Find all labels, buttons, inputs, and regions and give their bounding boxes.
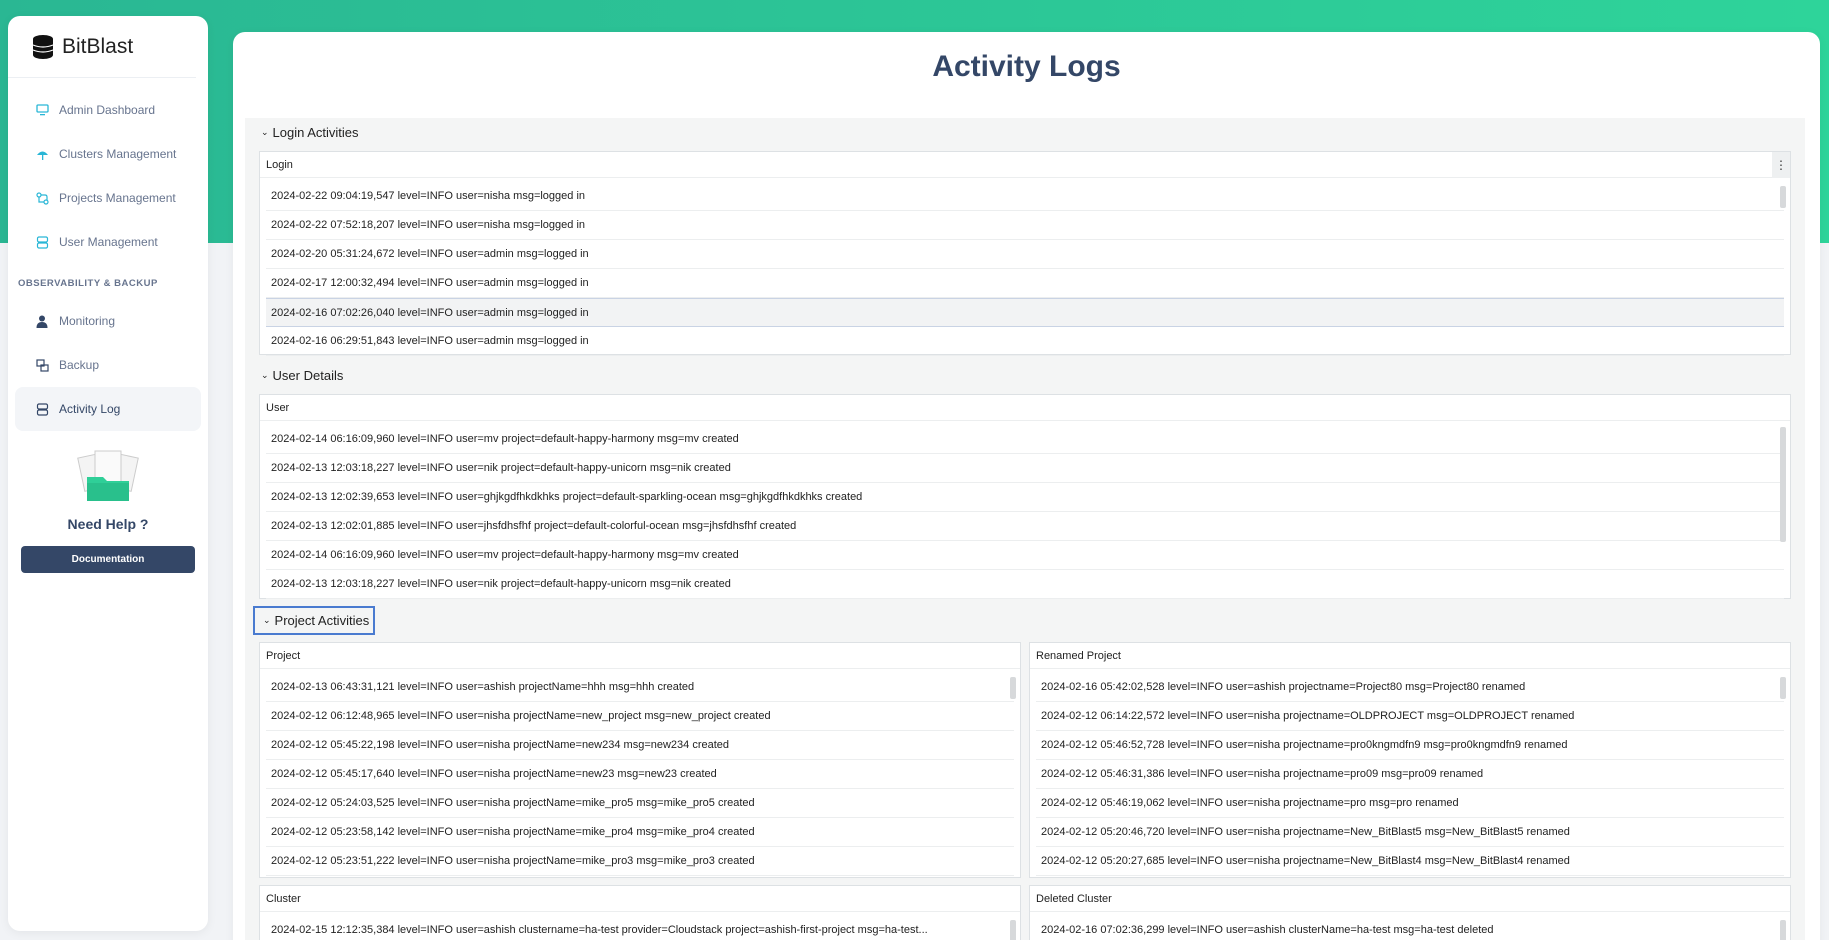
help-title: Need Help ?	[67, 516, 149, 532]
log-list[interactable]: 2024-02-16 05:42:02,528 level=INFO user=…	[1030, 669, 1790, 876]
log-list[interactable]: 2024-02-22 09:04:19,547 level=INFO user=…	[260, 178, 1790, 356]
monitor-icon	[35, 103, 49, 117]
chevron-down-icon: ⌄	[261, 369, 269, 380]
log-row: 2024-02-12 05:23:58,142 level=INFO user=…	[266, 818, 1014, 847]
accordion-header-label: User Details	[272, 367, 344, 383]
sidebar-item-admin-dashboard[interactable]: Admin Dashboard	[15, 88, 201, 132]
log-row: 2024-02-22 07:52:18,207 level=INFO user=…	[266, 211, 1784, 240]
sidebar-item-clusters-management[interactable]: Clusters Management	[15, 132, 201, 176]
renamed-project-panel: Renamed Project 2024-02-16 05:42:02,528 …	[1029, 642, 1791, 878]
panel-title: Deleted Cluster	[1030, 886, 1790, 912]
sidebar-nav-observability: Monitoring Backup Activity Log	[8, 299, 208, 431]
log-row: 2024-02-12 05:46:19,062 level=INFO user=…	[1036, 789, 1784, 818]
log-row: 2024-02-12 05:24:03,525 level=INFO user=…	[266, 789, 1014, 818]
sidebar-item-backup[interactable]: Backup	[15, 343, 201, 387]
log-row: 2024-02-22 09:04:19,547 level=INFO user=…	[266, 182, 1784, 211]
sidebar-item-label: Backup	[59, 358, 100, 372]
backup-icon	[35, 358, 49, 372]
log-row: 2024-02-13 06:43:31,121 level=INFO user=…	[266, 673, 1014, 702]
sidebar-item-label: Activity Log	[59, 402, 121, 416]
page-title: Activity Logs	[932, 50, 1121, 83]
scrollbar[interactable]	[1010, 920, 1016, 940]
accordion: ⌄ Login Activities Login ⋮ 2024-02-22 09…	[245, 118, 1805, 940]
database-icon	[35, 235, 49, 249]
app-name: BitBlast	[62, 34, 134, 58]
log-row: 2024-02-17 12:00:32,494 level=INFO user=…	[266, 269, 1784, 298]
panel-title: Project	[260, 643, 1020, 669]
log-row: 2024-02-14 06:16:09,960 level=INFO user=…	[266, 425, 1784, 454]
deleted-cluster-panel: Deleted Cluster 2024-02-16 07:02:36,299 …	[1029, 885, 1791, 940]
project-panel: Project 2024-02-13 06:43:31,121 level=IN…	[259, 642, 1021, 878]
sidebar-item-activity-log[interactable]: Activity Log	[15, 387, 201, 431]
user-panel: User 2024-02-14 06:16:09,960 level=INFO …	[259, 394, 1791, 599]
accordion-header-label: Project Activities	[274, 613, 370, 628]
log-row: 2024-02-16 06:29:51,843 level=INFO user=…	[266, 327, 1784, 356]
database-logo-icon	[32, 34, 54, 59]
log-row: 2024-02-12 05:46:31,386 level=INFO user=…	[1036, 760, 1784, 789]
umbrella-icon	[35, 147, 49, 161]
scrollbar[interactable]	[1780, 427, 1786, 542]
sidebar-item-label: Clusters Management	[59, 147, 177, 161]
sidebar: BitBlast Admin Dashboard Clusters Manage…	[8, 16, 208, 931]
sidebar-item-projects-management[interactable]: Projects Management	[15, 176, 201, 220]
log-row: 2024-02-20 05:31:24,672 level=INFO user=…	[266, 240, 1784, 269]
help-box: Need Help ? Documentation	[8, 449, 208, 573]
log-row: 2024-02-15 12:12:35,384 level=INFO user=…	[266, 916, 1000, 940]
route-icon	[35, 191, 49, 205]
sidebar-item-label: Monitoring	[59, 314, 116, 328]
log-row: 2024-02-14 06:16:09,960 level=INFO user=…	[266, 541, 1784, 570]
documentation-button[interactable]: Documentation	[21, 546, 195, 573]
log-row: 2024-02-12 06:12:48,965 level=INFO user=…	[266, 702, 1014, 731]
logo[interactable]: BitBlast	[8, 16, 196, 78]
scrollbar[interactable]	[1780, 186, 1786, 208]
log-row: 2024-02-13 12:02:39,653 level=INFO user=…	[266, 483, 1784, 512]
log-list[interactable]: 2024-02-16 07:02:36,299 level=INFO user=…	[1030, 912, 1790, 940]
accordion-header-user[interactable]: ⌄ User Details	[253, 363, 347, 387]
database-icon	[35, 402, 49, 416]
cluster-panel: Cluster 2024-02-15 12:12:35,384 level=IN…	[259, 885, 1021, 940]
accordion-header-login[interactable]: ⌄ Login Activities	[253, 120, 363, 144]
folder-illustration-icon	[77, 450, 139, 501]
log-row: 2024-02-12 05:20:46,720 level=INFO user=…	[1036, 818, 1784, 847]
log-row: 2024-02-12 05:46:52,728 level=INFO user=…	[1036, 731, 1784, 760]
log-row: 2024-02-16 07:02:36,299 level=INFO user=…	[1036, 916, 1784, 940]
scrollbar[interactable]	[1010, 677, 1016, 699]
user-icon	[35, 314, 49, 328]
section-label: OBSERVABILITY & BACKUP	[18, 278, 158, 289]
log-row: 2024-02-12 05:45:22,198 level=INFO user=…	[266, 731, 1014, 760]
panel-title-label: Login	[266, 159, 293, 171]
scrollbar[interactable]	[1780, 920, 1786, 940]
panel-title: Login ⋮	[260, 152, 1790, 178]
sidebar-item-label: Admin Dashboard	[59, 103, 156, 117]
log-list[interactable]: 2024-02-13 06:43:31,121 level=INFO user=…	[260, 669, 1020, 876]
log-row: 2024-02-13 12:03:18,227 level=INFO user=…	[266, 570, 1784, 599]
log-row: 2024-02-13 12:03:18,227 level=INFO user=…	[266, 454, 1784, 483]
panel-title: Renamed Project	[1030, 643, 1790, 669]
chevron-down-icon: ⌄	[263, 615, 271, 625]
login-panel: Login ⋮ 2024-02-22 09:04:19,547 level=IN…	[259, 151, 1791, 356]
scrollbar[interactable]	[1780, 677, 1786, 699]
sidebar-item-monitoring[interactable]: Monitoring	[15, 299, 201, 343]
main-card: Activity Logs ⌄ Login Activities Login ⋮…	[233, 32, 1820, 940]
sidebar-item-user-management[interactable]: User Management	[15, 220, 201, 264]
log-list[interactable]: 2024-02-14 06:16:09,960 level=INFO user=…	[260, 421, 1790, 599]
accordion-header-label: Login Activities	[272, 124, 359, 140]
sidebar-item-label: Projects Management	[59, 191, 176, 205]
log-row: 2024-02-13 12:02:01,885 level=INFO user=…	[266, 512, 1784, 541]
log-row: 2024-02-12 05:23:51,222 level=INFO user=…	[266, 847, 1014, 876]
log-row: 2024-02-16 05:42:02,528 level=INFO user=…	[1036, 673, 1784, 702]
panel-title: User	[260, 395, 1790, 421]
sidebar-item-label: User Management	[59, 235, 158, 249]
panel-title: Cluster	[260, 886, 1020, 912]
log-list[interactable]: 2024-02-15 12:12:35,384 level=INFO user=…	[260, 912, 1020, 940]
sidebar-nav: Admin Dashboard Clusters Management Proj…	[8, 78, 208, 264]
log-row: 2024-02-12 05:45:17,640 level=INFO user=…	[266, 760, 1014, 789]
chevron-down-icon: ⌄	[261, 126, 269, 137]
more-vertical-icon[interactable]: ⋮	[1772, 152, 1790, 178]
accordion-header-project[interactable]: ⌄ Project Activities	[253, 606, 376, 635]
log-row: 2024-02-16 07:02:26,040 level=INFO user=…	[266, 298, 1784, 327]
log-row: 2024-02-12 05:20:27,685 level=INFO user=…	[1036, 847, 1784, 876]
log-row: 2024-02-12 06:14:22,572 level=INFO user=…	[1036, 702, 1784, 731]
